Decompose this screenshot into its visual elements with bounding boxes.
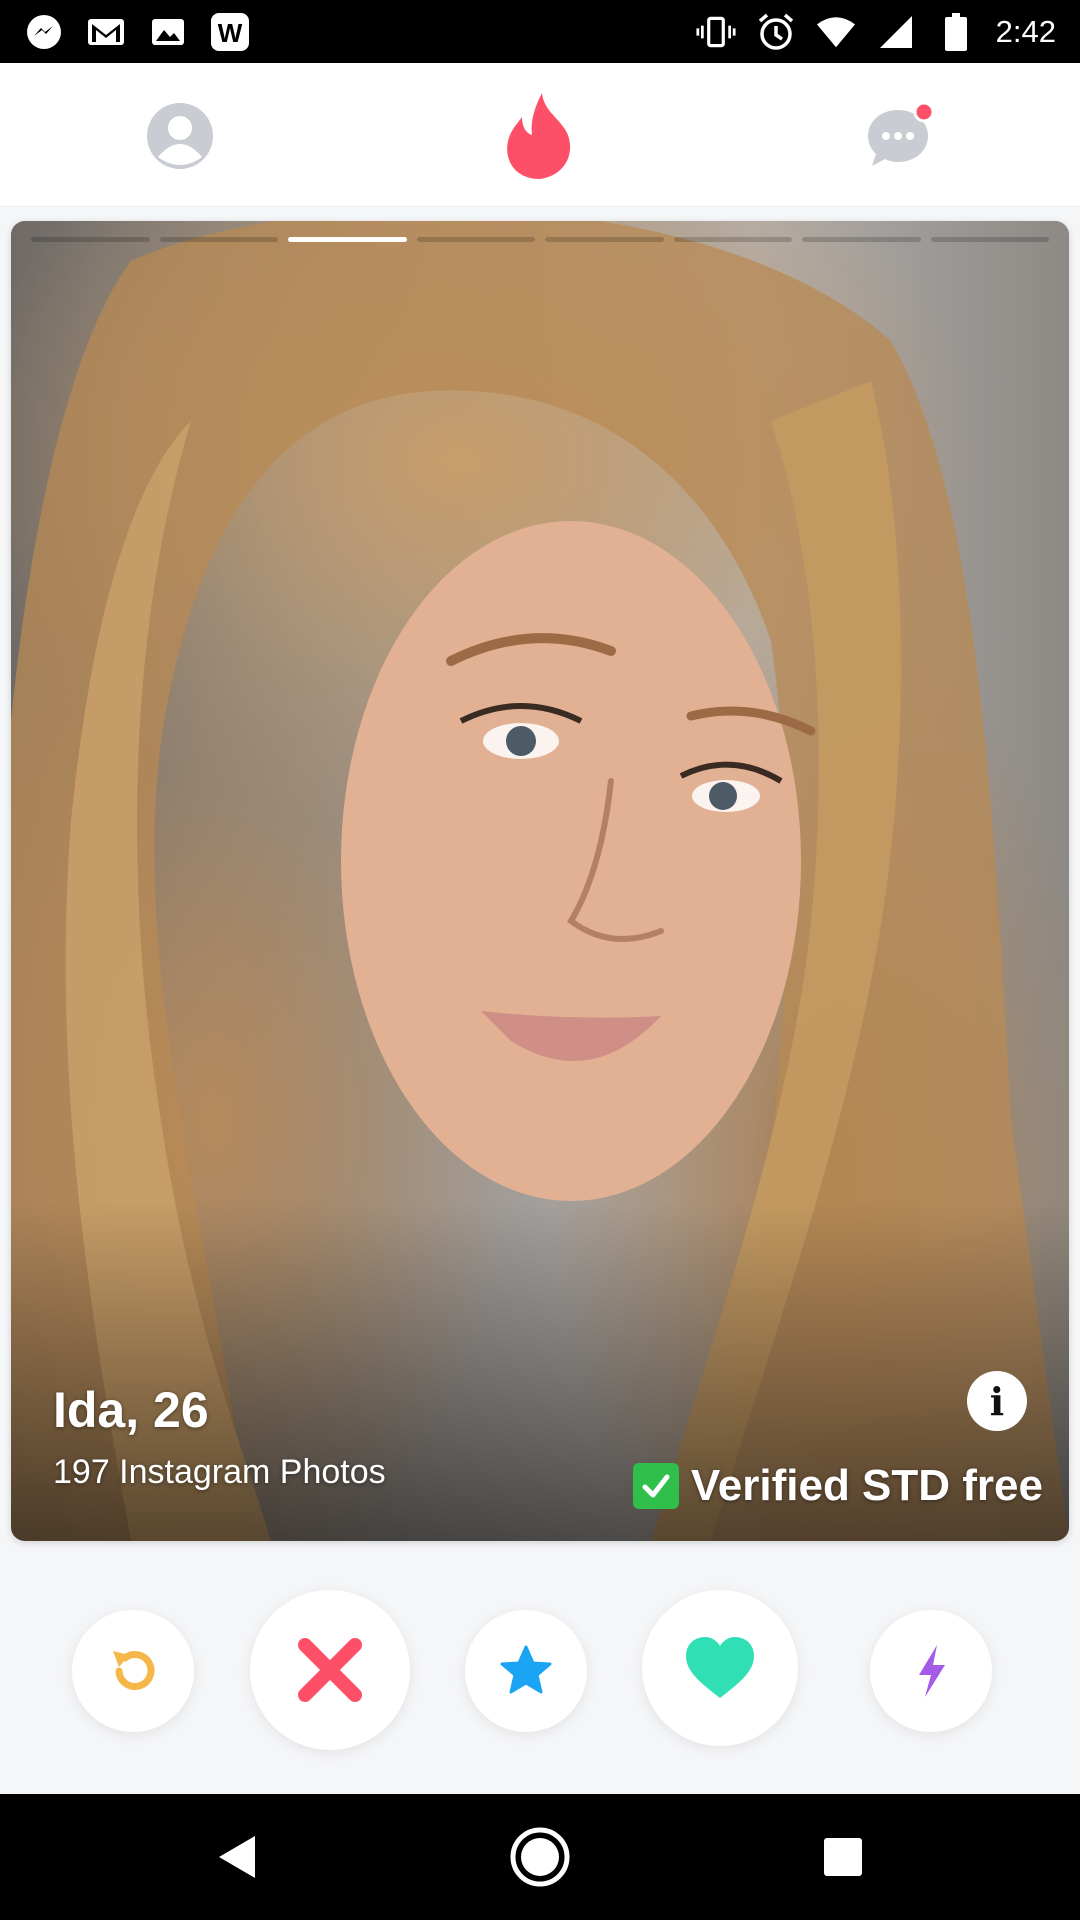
- rewind-button[interactable]: [72, 1610, 194, 1732]
- back-icon: [219, 1836, 255, 1878]
- rewind-icon: [113, 1651, 155, 1690]
- profile-name-age: Ida, 26: [53, 1382, 209, 1438]
- unread-badge: [913, 101, 935, 123]
- like-button[interactable]: [642, 1590, 798, 1746]
- check-icon: [632, 1463, 679, 1509]
- messages-button[interactable]: [855, 91, 945, 181]
- profile-icon: [147, 103, 213, 169]
- status-bar: W 2:42: [0, 0, 1080, 63]
- recents-icon: [824, 1838, 862, 1876]
- top-navigation: [0, 63, 1080, 207]
- photo-indicator-active[interactable]: [288, 237, 407, 242]
- info-button[interactable]: i: [967, 1371, 1027, 1431]
- nope-button[interactable]: [250, 1590, 410, 1750]
- svg-text:W: W: [218, 18, 243, 48]
- bolt-icon: [919, 1645, 945, 1697]
- photo-indicator[interactable]: [802, 237, 921, 242]
- vibrate-icon: [696, 12, 736, 52]
- image-icon: [148, 12, 188, 52]
- alarm-icon: [756, 12, 796, 52]
- photo-indicator[interactable]: [930, 237, 1049, 242]
- photo-indicator[interactable]: [159, 237, 278, 242]
- verified-badge: Verified STD free: [632, 1461, 1043, 1511]
- profile-card[interactable]: Ida, 26 197 Instagram Photos i Verified …: [11, 221, 1069, 1541]
- heart-icon: [686, 1637, 754, 1698]
- flame-icon: [507, 93, 571, 179]
- info-icon: i: [989, 1378, 1005, 1424]
- verified-text: Verified STD free: [690, 1461, 1043, 1510]
- back-button[interactable]: [204, 1824, 270, 1890]
- clock-time: 2:42: [995, 13, 1056, 49]
- home-circle-icon: [510, 1827, 570, 1887]
- photo-progress-bar: [31, 237, 1049, 242]
- w-app-icon: W: [210, 12, 250, 52]
- wifi-icon: [816, 12, 856, 52]
- photo-indicator[interactable]: [673, 237, 792, 242]
- battery-icon: [936, 12, 976, 52]
- profile-button[interactable]: [135, 91, 225, 181]
- messenger-icon: [24, 12, 64, 52]
- star-icon: [500, 1645, 552, 1694]
- home-button[interactable]: [507, 1824, 573, 1890]
- photo-indicator[interactable]: [545, 237, 664, 242]
- photo-indicator[interactable]: [31, 237, 150, 242]
- photo-indicator[interactable]: [416, 237, 535, 242]
- gmail-icon: [86, 12, 126, 52]
- system-navigation-bar: [0, 1794, 1080, 1920]
- super-like-button[interactable]: [465, 1610, 587, 1732]
- home-swipe-button[interactable]: [495, 91, 585, 181]
- profile-subtitle: 197 Instagram Photos: [53, 1453, 386, 1491]
- x-icon: [298, 1638, 362, 1702]
- signal-icon: [876, 12, 916, 52]
- recents-button[interactable]: [810, 1824, 876, 1890]
- boost-button[interactable]: [870, 1610, 992, 1732]
- chat-icon: [868, 101, 935, 166]
- action-bar: [0, 1590, 1080, 1755]
